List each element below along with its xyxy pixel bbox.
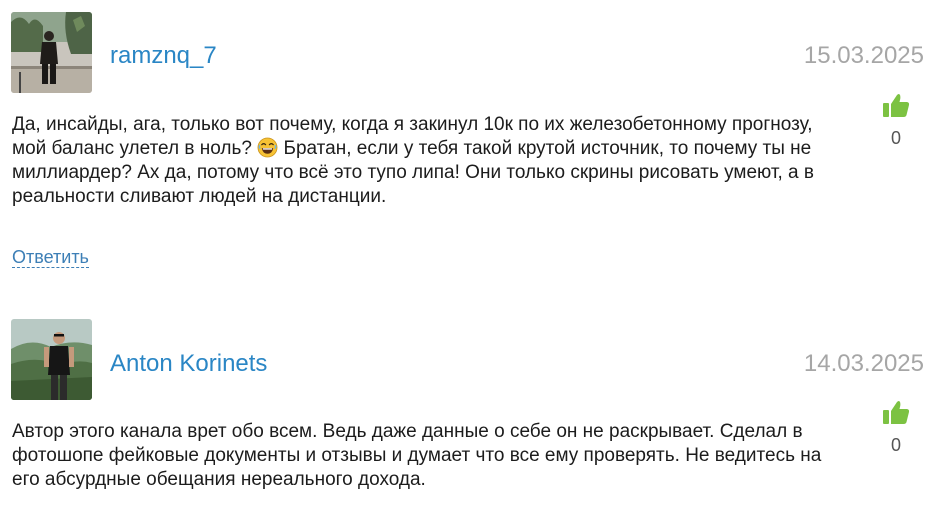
comment-text: Да, инсайды, ага, только вот почему, ког… bbox=[12, 113, 842, 209]
like-count: 0 bbox=[890, 128, 901, 148]
comment-date: 15.03.2025 bbox=[803, 42, 924, 69]
thumbs-up-icon[interactable] bbox=[882, 399, 910, 425]
comment-item: Anton Korinets 14.03.2025 Автор этого ка… bbox=[0, 307, 941, 518]
like-block: 0 bbox=[876, 92, 916, 149]
laughing-emoji-icon bbox=[257, 137, 278, 158]
username-link[interactable]: ramznq_7 bbox=[110, 42, 217, 70]
thumbs-up-icon[interactable] bbox=[882, 92, 910, 118]
user-avatar[interactable] bbox=[11, 12, 92, 93]
user-avatar[interactable] bbox=[11, 319, 92, 400]
comment-item: ramznq_7 15.03.2025 Да, инсайды, ага, то… bbox=[0, 0, 941, 290]
like-block: 0 bbox=[876, 399, 916, 456]
comment-date: 14.03.2025 bbox=[803, 350, 924, 377]
like-count: 0 bbox=[890, 435, 901, 455]
comment-text: Автор этого канала врет обо всем. Ведь д… bbox=[12, 421, 822, 490]
username-link[interactable]: Anton Korinets bbox=[110, 350, 267, 378]
reply-link[interactable]: Ответить bbox=[12, 247, 89, 268]
